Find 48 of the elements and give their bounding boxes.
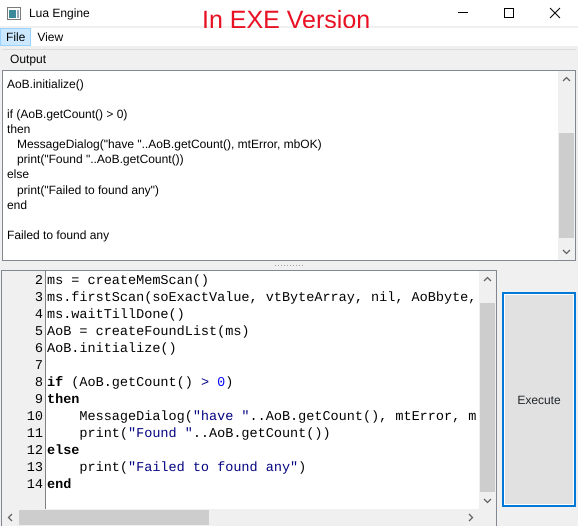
line-number: 8 [34,375,44,392]
scrollbar-thumb[interactable] [480,302,495,492]
scrollbar-thumb[interactable] [19,510,209,525]
maximize-icon[interactable] [503,7,515,19]
line-number: 2 [34,273,44,290]
output-line: AoB.initialize() [7,77,85,92]
annotation-text: In EXE Version [202,8,370,33]
menu-item[interactable]: View [31,28,70,46]
scrollbar-thumb[interactable] [559,133,574,238]
code-line: then [47,392,80,409]
code-line: ms.firstScan(soExactValue, vtByteArray, nil, AoBbyte, [47,290,478,307]
code-line: ms = createMemScan() [47,273,210,290]
output-line: print("Failed to found any") [16,182,160,198]
code-editor[interactable] [1,270,497,526]
group-label: Output [9,52,46,66]
code-line: AoB.initialize() [47,341,178,358]
code-line: print("Failed to found any") [78,460,308,477]
output-line: else [7,167,30,183]
code-line: else [47,443,80,460]
line-number: 7 [34,358,44,375]
line-number: 13 [26,460,44,477]
line-number: 3 [34,290,44,307]
code-line: end [47,477,72,494]
window-title: Lua Engine [29,5,90,22]
menu-item[interactable]: File [0,28,32,46]
output-line: print("Found "..AoB.getCount()) [16,152,185,168]
execute-button[interactable]: Execute [502,292,576,507]
code-line: ms.waitTillDone() [47,307,186,324]
line-number: 5 [34,324,44,341]
line-number: 9 [34,392,44,409]
output-line: if (AoB.getCount() > 0) [7,107,128,122]
line-number: 10 [26,409,44,426]
close-icon[interactable] [549,7,561,19]
line-number: 6 [34,341,44,358]
splitter-grip-icon[interactable] [275,264,303,267]
output-line: Failed to found any [7,228,110,243]
output-line: then [7,122,32,138]
line-number: 11 [26,426,44,443]
app-icon [7,6,21,20]
line-number: 12 [26,443,44,460]
code-line: print("Found "..AoB.getCount()) [78,426,332,443]
output-line: end [7,198,28,213]
code-line: MessageDialog("have "..AoB.getCount(), mtError, m [78,409,478,426]
output-line: MessageDialog("have "..AoB.getCount(), mtError, mbOK) [16,137,323,152]
code-line: AoB = createFoundList(ms) [47,324,251,341]
line-number: 4 [34,307,44,324]
line-number: 14 [26,477,44,494]
code-line: if (AoB.getCount() > 0) [47,375,234,392]
